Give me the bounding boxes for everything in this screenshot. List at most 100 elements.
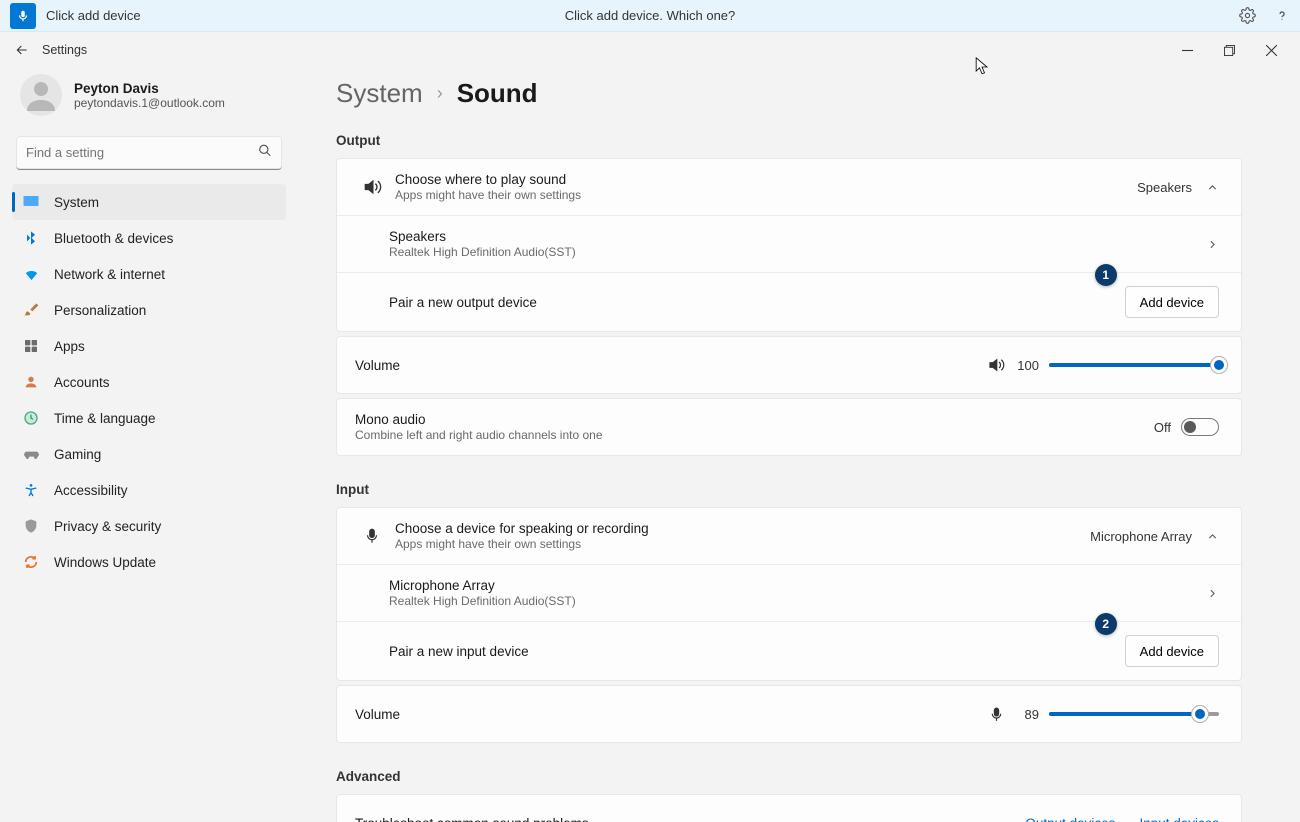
profile-name: Peyton Davis [74, 81, 225, 96]
output-devices-link[interactable]: Output devices [1025, 816, 1115, 822]
assistant-left: Click add device [10, 3, 141, 29]
nav-network[interactable]: Network & internet [12, 256, 286, 292]
chevron-up-icon [1206, 530, 1219, 543]
output-selected: Speakers [1137, 180, 1192, 195]
row-title: Pair a new input device [389, 644, 529, 659]
row-title: Pair a new output device [389, 295, 537, 310]
shield-icon [22, 517, 40, 535]
minimize-button[interactable] [1166, 35, 1208, 65]
nav-apps[interactable]: Apps [12, 328, 286, 364]
chevron-right-icon [1206, 587, 1219, 600]
search-field[interactable] [16, 136, 282, 170]
nav-privacy[interactable]: Privacy & security [12, 508, 286, 544]
row-title: Mono audio [355, 412, 603, 427]
breadcrumb-root[interactable]: System [336, 78, 423, 109]
mono-row[interactable]: Mono audio Combine left and right audio … [337, 399, 1241, 455]
nav-label: System [54, 195, 99, 210]
input-volume-slider[interactable] [1049, 704, 1219, 724]
input-volume-row: Volume 89 [337, 686, 1241, 742]
row-title: Troubleshoot common sound problems [355, 816, 589, 822]
row-title: Choose where to play sound [395, 172, 581, 187]
microphone-icon[interactable] [988, 706, 1005, 723]
clock-icon [22, 409, 40, 427]
close-button[interactable] [1250, 35, 1292, 65]
speaker-icon [355, 177, 389, 197]
nav-list: System Bluetooth & devices Network & int… [12, 184, 286, 580]
nav-system[interactable]: System [12, 184, 286, 220]
input-volume-value: 89 [1015, 707, 1039, 722]
gear-icon[interactable] [1239, 7, 1256, 24]
nav-bluetooth[interactable]: Bluetooth & devices [12, 220, 286, 256]
nav-time[interactable]: Time & language [12, 400, 286, 436]
badge-1: 1 [1095, 264, 1117, 286]
profile[interactable]: Peyton Davis peytondavis.1@outlook.com [12, 68, 286, 132]
nav-accessibility[interactable]: Accessibility [12, 472, 286, 508]
search-icon [258, 144, 272, 163]
add-output-device-button[interactable]: Add device [1125, 286, 1219, 318]
output-volume-card: Volume 100 [336, 336, 1242, 394]
sidebar: Peyton Davis peytondavis.1@outlook.com S… [0, 68, 296, 822]
profile-email: peytondavis.1@outlook.com [74, 96, 225, 110]
nav-label: Time & language [54, 411, 156, 426]
microphone-icon [355, 527, 389, 545]
assistant-left-text: Click add device [46, 8, 141, 23]
nav-label: Network & internet [54, 267, 165, 282]
nav-label: Personalization [54, 303, 146, 318]
mono-toggle[interactable] [1181, 418, 1219, 436]
nav-accounts[interactable]: Accounts [12, 364, 286, 400]
add-input-device-button[interactable]: Add device [1125, 635, 1219, 667]
nav-gaming[interactable]: Gaming [12, 436, 286, 472]
help-icon[interactable] [1274, 7, 1290, 24]
search-input[interactable] [16, 136, 282, 170]
bluetooth-icon [22, 229, 40, 247]
nav-label: Bluetooth & devices [54, 231, 173, 246]
brush-icon [22, 301, 40, 319]
display-icon [22, 193, 40, 211]
nav-label: Accessibility [54, 483, 128, 498]
row-sub: Apps might have their own settings [395, 537, 649, 551]
input-volume-card: Volume 89 [336, 685, 1242, 743]
troubleshoot-row: Troubleshoot common sound problems Outpu… [337, 795, 1241, 822]
update-icon [22, 553, 40, 571]
chevron-right-icon: › [437, 83, 443, 104]
section-advanced-label: Advanced [336, 769, 1242, 784]
section-input-label: Input [336, 482, 1242, 497]
window-chrome: Settings [0, 32, 1300, 68]
nav-label: Privacy & security [54, 519, 161, 534]
speaker-icon[interactable] [987, 356, 1005, 374]
output-volume-row: Volume 100 [337, 337, 1241, 393]
input-choose-card: Choose a device for speaking or recordin… [336, 507, 1242, 681]
nav-update[interactable]: Windows Update [12, 544, 286, 580]
row-title: Speakers [389, 229, 576, 244]
output-volume-slider[interactable] [1049, 355, 1219, 375]
breadcrumb: System › Sound [336, 70, 1242, 127]
gaming-icon [22, 445, 40, 463]
nav-label: Windows Update [54, 555, 156, 570]
nav-personalization[interactable]: Personalization [12, 292, 286, 328]
content: System › Sound Output Choose where to pl… [296, 68, 1300, 822]
mono-state: Off [1154, 420, 1171, 435]
input-devices-link[interactable]: Input devices [1139, 816, 1219, 822]
page-title: Sound [457, 78, 538, 109]
row-title: Microphone Array [389, 578, 576, 593]
wifi-icon [22, 265, 40, 283]
back-button[interactable] [8, 36, 36, 64]
window-title: Settings [42, 43, 87, 57]
input-selected: Microphone Array [1090, 529, 1192, 544]
input-choose-row[interactable]: Choose a device for speaking or recordin… [337, 508, 1241, 564]
section-output-label: Output [336, 133, 1242, 148]
mic-icon[interactable] [10, 3, 36, 29]
accessibility-icon [22, 481, 40, 499]
person-icon [22, 373, 40, 391]
chevron-right-icon [1206, 238, 1219, 251]
row-title: Volume [355, 358, 400, 373]
nav-label: Accounts [54, 375, 110, 390]
mono-card: Mono audio Combine left and right audio … [336, 398, 1242, 456]
badge-2: 2 [1095, 613, 1117, 635]
maximize-button[interactable] [1208, 35, 1250, 65]
input-pair-row: Pair a new input device 2 Add device [337, 621, 1241, 680]
row-sub: Realtek High Definition Audio(SST) [389, 245, 576, 259]
output-pair-row: Pair a new output device 1 Add device [337, 272, 1241, 331]
row-sub: Apps might have their own settings [395, 188, 581, 202]
output-choose-row[interactable]: Choose where to play sound Apps might ha… [337, 159, 1241, 215]
